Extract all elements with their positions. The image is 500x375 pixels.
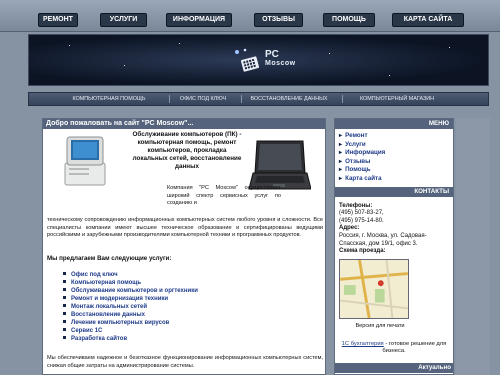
contacts-title: КОНТАКТЫ: [335, 186, 453, 197]
phone-1: (495) 507-83-27,: [339, 210, 384, 217]
sidebar-item-repair[interactable]: ▸ Ремонт: [339, 132, 453, 141]
nav-help-button[interactable]: ПОМОЩЬ: [323, 13, 375, 27]
services-list: Офис под ключ Компьютерная помощь Обслуж…: [63, 271, 198, 343]
bullet-icon: [63, 336, 66, 339]
arrow-icon: ▸: [339, 140, 343, 148]
sidebar-item-help[interactable]: ▸ Помощь: [339, 166, 453, 175]
nav-sitemap-button[interactable]: КАРТА САЙТА: [392, 13, 464, 27]
accounting-block: 1С бухгалтерия - готовое решение для биз…: [339, 341, 449, 356]
main-content: Добро пожаловать на сайт "PC Moscow"... …: [42, 118, 326, 375]
arrow-icon: ▸: [339, 174, 343, 182]
arrow-icon: ▸: [339, 149, 343, 157]
bullet-icon: [63, 320, 66, 323]
header-banner: PC Moscow: [28, 34, 489, 86]
logo-line1: PC: [265, 49, 279, 60]
phone-2: (495) 975-14-80.: [339, 217, 384, 224]
address-text: Россия, г. Москва, ул. Садовая-Спасская,…: [339, 232, 427, 247]
pc-moscow-logo-icon: [235, 48, 260, 72]
bullet-icon: [63, 312, 66, 315]
subnav-computer-help[interactable]: КОМПЬЮТЕРНАЯ ПОМОЩЬ: [59, 93, 159, 105]
bullet-icon: [63, 280, 66, 283]
address-label: Адрес:: [339, 225, 360, 232]
accounting-link[interactable]: 1С бухгалтерия: [342, 341, 384, 347]
sub-navigation: КОМПЬЮТЕРНАЯ ПОМОЩЬ ОФИС ПОД КЛЮЧ ВОССТА…: [28, 92, 489, 106]
service-item[interactable]: Обслуживание компьютеров и оргтехники: [63, 287, 198, 295]
logo-line2: Moscow: [265, 60, 296, 67]
sidebar-menu: ▸ Ремонт ▸ Услуги ▸ Информация ▸ Отзывы ▸ Пом…: [335, 129, 453, 187]
service-item[interactable]: Сервис 1С: [63, 327, 198, 335]
bullet-icon: [63, 272, 66, 275]
service-item[interactable]: Компьютерная помощь: [63, 279, 198, 287]
nav-repair-button[interactable]: РЕМОНТ: [38, 13, 78, 27]
intro-heading: Обслуживание компьютеров (ПК) - компьюте…: [132, 131, 242, 170]
sidebar-item-sitemap[interactable]: ▸ Карта сайта: [339, 175, 453, 184]
right-rail: [456, 118, 490, 375]
phones-label: Телефоны:: [339, 202, 373, 209]
arrow-icon: ▸: [339, 157, 343, 165]
service-item[interactable]: Разработка сайтов: [63, 335, 198, 343]
arrow-icon: ▸: [339, 166, 343, 174]
bullet-icon: [63, 288, 66, 291]
closing-paragraph: Мы обеспечиваем надежное и безотказное ф…: [47, 355, 323, 369]
service-item[interactable]: Восстановление данных: [63, 311, 198, 319]
main-title: Добро пожаловать на сайт "PC Moscow"...: [43, 119, 325, 129]
company-paragraph: Компания "PC Moscow" осуществляет широки…: [167, 185, 281, 207]
services-heading: Мы предлагаем Вам следующие услуги:: [47, 255, 172, 262]
subnav-office-turnkey[interactable]: ОФИС ПОД КЛЮЧ: [174, 93, 232, 105]
nav-info-button[interactable]: ИНФОРМАЦИЯ: [166, 13, 232, 27]
service-item[interactable]: Лечение компьютерных вирусов: [63, 319, 198, 327]
bullet-icon: [63, 296, 66, 299]
desktop-computer-image: [64, 136, 106, 186]
sidebar-item-services[interactable]: ▸ Услуги: [339, 141, 453, 150]
logo-text[interactable]: PC Moscow: [265, 49, 296, 68]
sidebar-item-reviews[interactable]: ▸ Отзывы: [339, 158, 453, 167]
subnav-computer-shop[interactable]: КОМПЬЮТЕРНЫЙ МАГАЗИН: [347, 93, 447, 105]
map-label: Схема проезда:: [339, 248, 386, 255]
contacts-block: Телефоны: (495) 507-83-27, (495) 975-14-…: [335, 197, 453, 256]
nav-services-button[interactable]: УСЛУГИ: [100, 13, 147, 27]
location-map-image[interactable]: [339, 259, 409, 319]
service-item[interactable]: Офис под ключ: [63, 271, 198, 279]
accounting-text: - готовое решение для бизнеса.: [382, 341, 447, 355]
nav-reviews-button[interactable]: ОТЗЫВЫ: [254, 13, 303, 27]
sidebar: МЕНЮ ▸ Ремонт ▸ Услуги ▸ Информация ▸ Отзывы…: [334, 118, 454, 375]
service-item[interactable]: Ремонт и модернизация техники: [63, 295, 198, 303]
company-paragraph-continued: техническому сопровождению информационны…: [47, 217, 323, 239]
top-navigation: РЕМОНТ УСЛУГИ ИНФОРМАЦИЯ ОТЗЫВЫ ПОМОЩЬ К…: [0, 0, 500, 32]
news-title: Актуально: [335, 363, 453, 373]
print-version-link[interactable]: Версия для печати: [335, 323, 425, 329]
subnav-data-recovery[interactable]: ВОССТАНОВЛЕНИЕ ДАННЫХ: [243, 93, 335, 105]
menu-title: МЕНЮ: [335, 119, 453, 129]
service-item[interactable]: Монтаж локальных сетей: [63, 303, 198, 311]
arrow-icon: ▸: [339, 132, 343, 139]
bullet-icon: [63, 328, 66, 331]
bullet-icon: [63, 304, 66, 307]
sidebar-item-info[interactable]: ▸ Информация: [339, 149, 453, 158]
